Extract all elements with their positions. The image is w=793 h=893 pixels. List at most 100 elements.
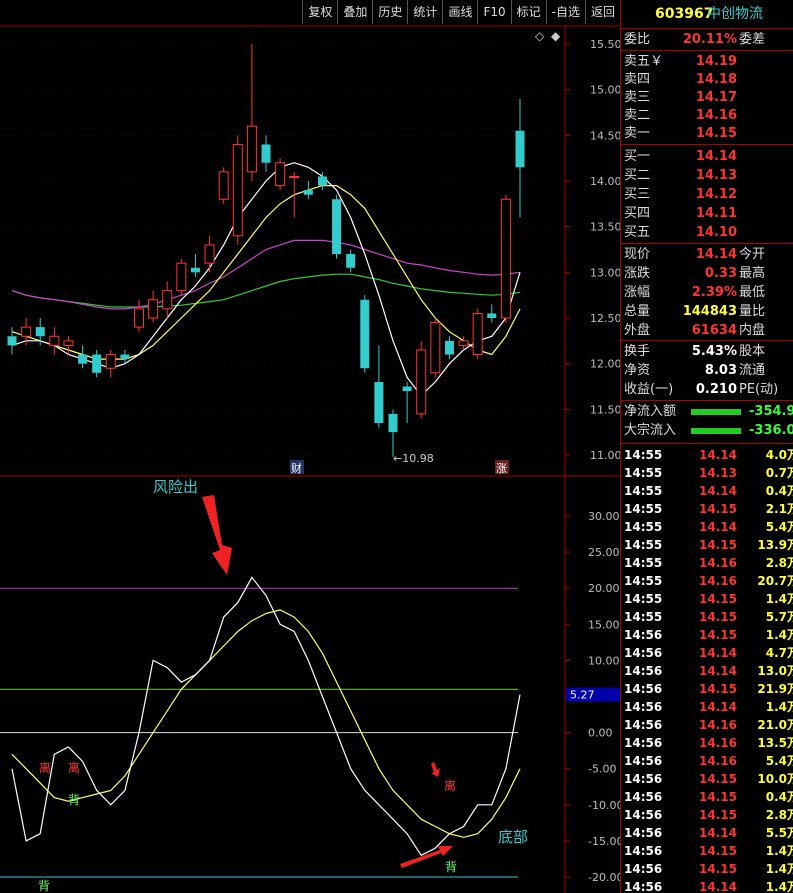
candle[interactable] [388, 409, 398, 457]
tick-row: 14:56 14.14 1.4万 [621, 878, 793, 893]
bid-row-5: 买五 14.10 [621, 224, 793, 242]
tick-price: 14.15 [699, 628, 737, 642]
tick-volume: 5.5万 [765, 826, 793, 840]
low-price-label: ←10.98 [393, 452, 434, 465]
kline-chart[interactable]: 15.50 15.00 14.50 14.00 13.50 13.00 12.50 12.00… [0, 0, 620, 893]
candle[interactable] [289, 171, 300, 218]
tick-row: 14:56 14.15 0.4万 [621, 788, 793, 806]
tick-price: 14.15 [699, 502, 737, 516]
tick-price: 14.15 [699, 844, 737, 858]
candle[interactable] [374, 345, 384, 428]
candle[interactable] [148, 290, 159, 323]
tick-volume: 4.0万 [765, 448, 793, 462]
candle[interactable] [232, 135, 243, 245]
toolbar-button-3[interactable]: 统计 [407, 0, 442, 24]
stat2-row-0: 换手 5.43% 股本 [621, 343, 793, 361]
toolbar-button-6[interactable]: 标记 [510, 0, 546, 24]
candle[interactable] [176, 258, 187, 296]
toolbar-button-4[interactable]: 画线 [442, 0, 477, 24]
tick-volume: 0.7万 [765, 466, 793, 480]
tick-time: 14:55 [624, 502, 663, 516]
flow-value: -336.0 [749, 423, 793, 438]
candle-body [458, 340, 469, 346]
zhang-marker[interactable]: 涨 [496, 462, 507, 475]
candle[interactable] [49, 327, 60, 355]
tick-volume: 1.4万 [765, 700, 793, 714]
candle[interactable] [332, 194, 342, 259]
tick-price: 14.14 [699, 484, 737, 498]
candle[interactable] [78, 345, 88, 369]
bid-row-3-label: 买三 [624, 187, 651, 202]
tick-row: 14:56 14.14 13.0万 [621, 662, 793, 680]
candle-body [317, 176, 327, 186]
chart-area[interactable]: 15.50 15.00 14.50 14.00 13.50 13.00 12.50 12.00… [0, 0, 620, 893]
indicator-tick-label: 25.00 [588, 546, 620, 559]
candle[interactable] [500, 194, 511, 323]
tick-row: 14:56 14.15 10.0万 [621, 770, 793, 788]
candle[interactable] [92, 349, 102, 378]
tick-volume: 13.5万 [757, 736, 793, 750]
tick-row: 14:56 14.15 1.4万 [621, 860, 793, 878]
tick-time: 14:55 [624, 484, 663, 498]
candle[interactable] [190, 254, 200, 277]
toolbar-button-2[interactable]: 历史 [372, 0, 407, 24]
tick-time: 14:56 [624, 808, 663, 822]
tick-volume: 10.0万 [757, 772, 793, 786]
indicator-tick-label: -10.00 [588, 799, 620, 812]
candle-body [515, 130, 525, 168]
candle[interactable] [105, 349, 116, 378]
candle[interactable] [303, 181, 313, 200]
candle[interactable] [218, 167, 229, 204]
tick-price: 14.16 [699, 718, 737, 732]
tick-row: 14:56 14.16 13.5万 [621, 734, 793, 752]
toolbar-button-1[interactable]: 叠加 [337, 0, 372, 24]
ma-green-line [11, 273, 521, 308]
tick-price: 14.15 [699, 790, 737, 804]
cai-marker[interactable]: 财 [291, 461, 302, 475]
candle[interactable] [430, 318, 441, 378]
stat2-row-1-label2: 流通 [739, 363, 766, 378]
tick-time: 14:55 [624, 610, 663, 624]
bid-row-4: 买四 14.11 [621, 205, 793, 223]
candle[interactable] [275, 158, 286, 191]
candle-body [360, 299, 370, 369]
toolbar-button-8[interactable]: 返回 [584, 0, 620, 24]
candle[interactable] [472, 308, 483, 360]
toolbar-button-0[interactable]: 复权 [302, 0, 337, 24]
candle[interactable] [204, 235, 215, 273]
candle-body [78, 354, 88, 364]
tick-volume: 2.8万 [765, 556, 793, 570]
bei-label-2: 背 [445, 860, 457, 874]
tick-row: 14:55 14.15 1.4万 [621, 590, 793, 608]
candle[interactable] [444, 336, 454, 360]
candle[interactable] [7, 327, 17, 355]
tick-row: 14:56 14.15 21.9万 [621, 680, 793, 698]
candle[interactable] [416, 340, 427, 419]
candle[interactable] [402, 381, 412, 424]
bid-row-5-label: 买五 [624, 225, 651, 240]
indicator-tick-label: -5.00 [588, 763, 616, 776]
candle-body [487, 313, 497, 318]
current-indicator-value: 5.27 [570, 689, 595, 702]
candle[interactable] [346, 249, 356, 273]
bei-label-1: 背 [68, 793, 80, 807]
toolbar-button-7[interactable]: -自选 [545, 0, 585, 24]
candle[interactable] [134, 299, 144, 332]
tick-time: 14:56 [624, 790, 663, 804]
candle[interactable] [162, 281, 173, 318]
quote-panel: 603967 中创物流 委比 20.11% 委差 卖五￥ 14.19 卖四 14.18… [620, 0, 793, 893]
tick-price: 14.14 [699, 664, 737, 678]
candle[interactable] [261, 135, 271, 172]
candle[interactable] [360, 295, 370, 373]
ask-row-2-value: 14.16 [695, 108, 737, 123]
candle[interactable] [487, 304, 497, 323]
diamond-icon[interactable]: ◇ [535, 29, 545, 43]
diamond-filled-icon[interactable]: ◆ [551, 29, 561, 43]
stat2-row-0-label2: 股本 [739, 344, 766, 359]
toolbar-button-5[interactable]: F10 [477, 0, 510, 24]
tick-time: 14:55 [624, 556, 663, 570]
candle[interactable] [246, 44, 257, 181]
candle[interactable] [515, 98, 525, 218]
bottom-annotation: 底部 [498, 828, 528, 846]
divider [621, 28, 793, 29]
